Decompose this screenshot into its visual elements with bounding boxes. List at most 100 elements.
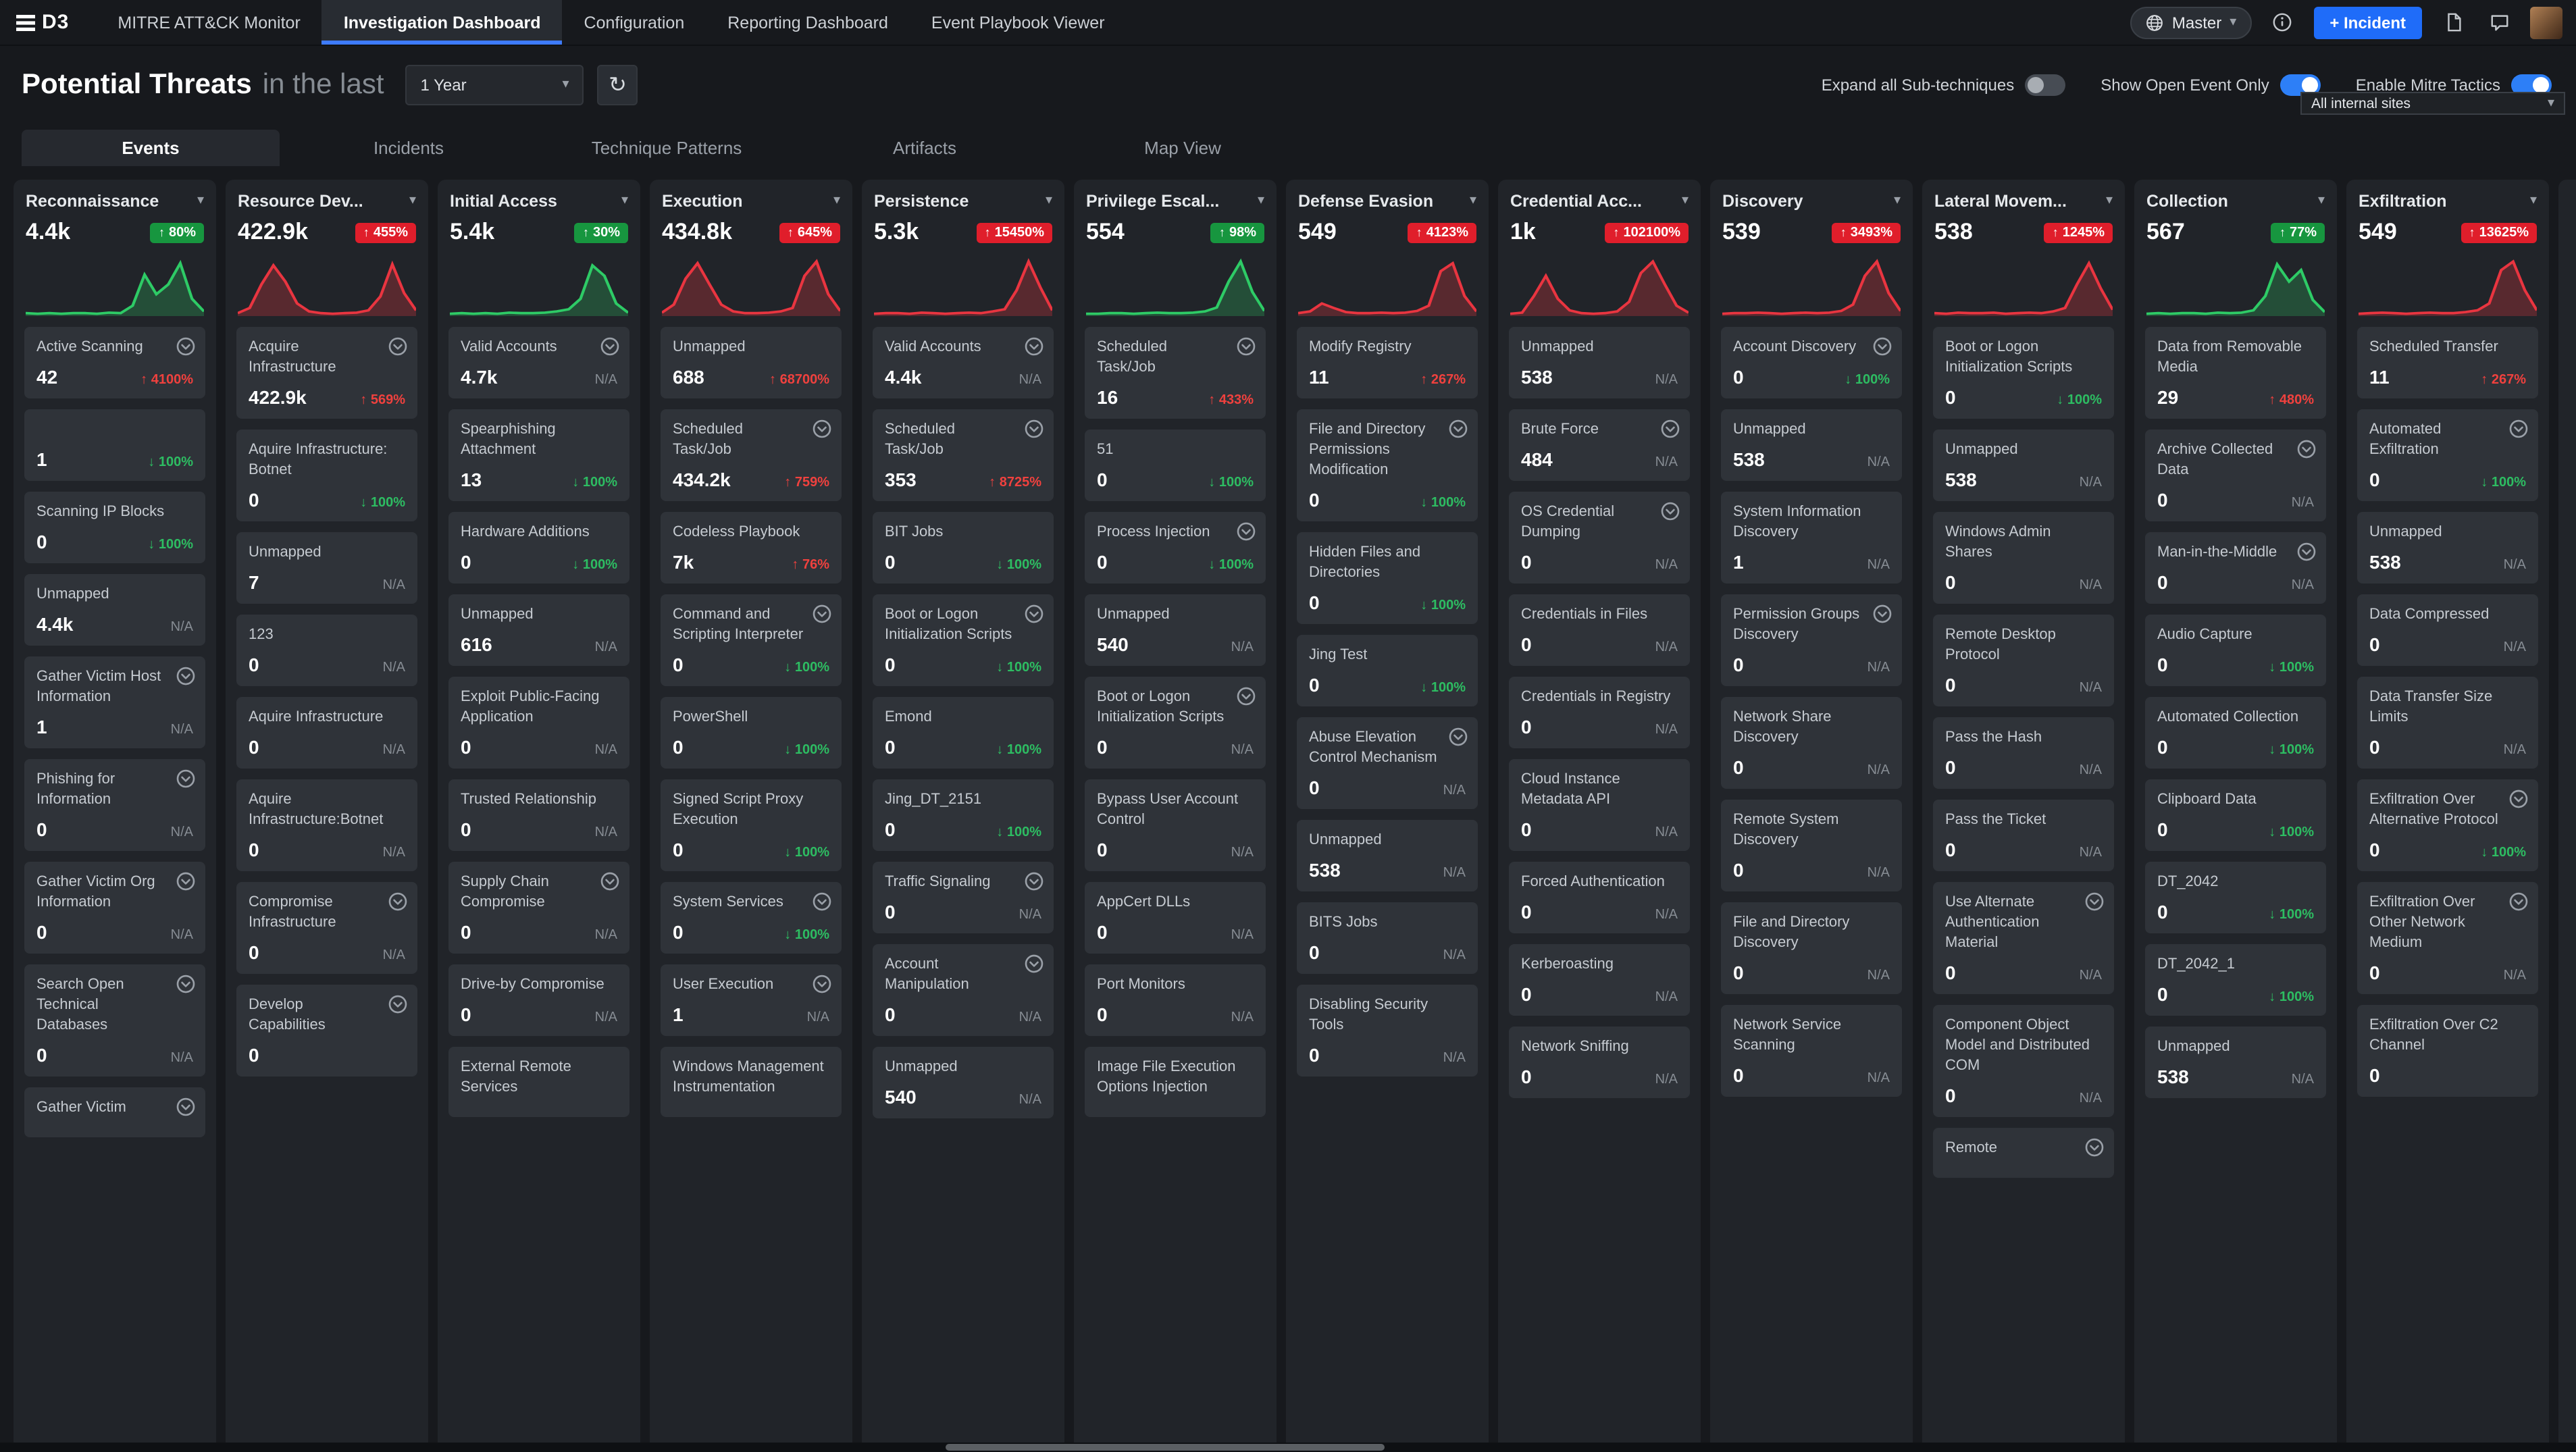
expand-subtechniques-icon[interactable] xyxy=(812,419,832,439)
technique-card[interactable]: Boot or Logon Initialization Scripts0↓ 1… xyxy=(873,594,1054,686)
technique-card[interactable]: Remote System Discovery0N/A xyxy=(1721,800,1902,891)
technique-card[interactable]: Unmapped538N/A xyxy=(1721,409,1902,481)
expand-subtechniques-icon[interactable] xyxy=(176,666,196,686)
technique-card[interactable]: Abuse Elevation Control Mechanism0N/A xyxy=(1297,717,1478,809)
technique-card[interactable]: Kerberoasting0N/A xyxy=(1509,944,1690,1016)
technique-card[interactable]: Disabling Security Tools0N/A xyxy=(1297,985,1478,1077)
technique-card[interactable]: Permission Groups Discovery0N/A xyxy=(1721,594,1902,686)
technique-card[interactable]: Remote xyxy=(1933,1128,2114,1178)
technique-card[interactable]: Unmapped7N/A xyxy=(236,532,417,604)
expand-subtechniques-icon[interactable] xyxy=(388,994,408,1014)
technique-card[interactable]: Component Object Model and Distributed C… xyxy=(1933,1005,2114,1117)
expand-subtechniques-icon[interactable] xyxy=(176,974,196,994)
technique-card[interactable]: Scheduled Task/Job434.2k↑ 759% xyxy=(661,409,842,501)
technique-card[interactable]: Network Service Scanning0N/A xyxy=(1721,1005,1902,1097)
technique-card[interactable]: Unmapped538N/A xyxy=(1297,820,1478,891)
technique-card[interactable]: Unmapped616N/A xyxy=(448,594,629,666)
nav-item-mitre-att-ck-monitor[interactable]: MITRE ATT&CK Monitor xyxy=(96,0,321,45)
technique-card[interactable]: Clipboard Data0↓ 100% xyxy=(2145,779,2326,851)
technique-card[interactable]: Process Injection0↓ 100% xyxy=(1085,512,1266,584)
expand-subtechniques-icon[interactable] xyxy=(1024,954,1044,974)
technique-card[interactable]: Forced Authentication0N/A xyxy=(1509,862,1690,933)
technique-card[interactable]: DT_2042_10↓ 100% xyxy=(2145,944,2326,1016)
expand-subtechniques-icon[interactable] xyxy=(2084,1137,2105,1158)
technique-card[interactable]: Active Scanning42↑ 4100% xyxy=(24,327,205,398)
expand-subtechniques-icon[interactable] xyxy=(388,336,408,357)
technique-card[interactable]: External Remote Services xyxy=(448,1047,629,1117)
technique-card[interactable]: Phishing for Information0N/A xyxy=(24,759,205,851)
expand-subtechniques-icon[interactable] xyxy=(1448,727,1468,747)
technique-card[interactable]: Gather Victim Org Information0N/A xyxy=(24,862,205,954)
column-title-dropdown[interactable]: Initial Access▾ xyxy=(450,192,628,211)
technique-card[interactable]: BITS Jobs0N/A xyxy=(1297,902,1478,974)
column-title-dropdown[interactable]: Discovery▾ xyxy=(1722,192,1901,211)
chat-icon[interactable] xyxy=(2484,7,2514,37)
technique-card[interactable]: Jing Test0↓ 100% xyxy=(1297,635,1478,706)
technique-card[interactable]: Image File Execution Options Injection xyxy=(1085,1047,1266,1117)
technique-card[interactable]: Unmapped538N/A xyxy=(2357,512,2538,584)
expand-subtechniques-icon[interactable] xyxy=(176,1097,196,1117)
technique-card[interactable]: Account Discovery0↓ 100% xyxy=(1721,327,1902,398)
technique-card[interactable]: Man-in-the-Middle0N/A xyxy=(2145,532,2326,604)
technique-card[interactable]: Supply Chain Compromise0N/A xyxy=(448,862,629,954)
technique-card[interactable]: Search Open Technical Databases0N/A xyxy=(24,964,205,1077)
column-title-dropdown[interactable]: Defense Evasion▾ xyxy=(1298,192,1476,211)
technique-card[interactable]: User Execution1N/A xyxy=(661,964,842,1036)
expand-subtechniques-icon[interactable] xyxy=(1236,521,1256,542)
technique-card[interactable]: Windows Admin Shares0N/A xyxy=(1933,512,2114,604)
technique-card[interactable]: Unmapped538N/A xyxy=(1509,327,1690,398)
expand-subtechniques-icon[interactable] xyxy=(812,891,832,912)
technique-card[interactable]: Exfiltration Over C2 Channel0 xyxy=(2357,1005,2538,1097)
nav-item-configuration[interactable]: Configuration xyxy=(563,0,706,45)
expand-subtechniques-icon[interactable] xyxy=(1024,604,1044,624)
column-title-dropdown[interactable]: Credential Acc...▾ xyxy=(1510,192,1689,211)
technique-card[interactable]: AppCert DLLs0N/A xyxy=(1085,882,1266,954)
technique-card[interactable]: Drive-by Compromise0N/A xyxy=(448,964,629,1036)
expand-subtechniques-icon[interactable] xyxy=(2296,439,2317,459)
technique-card[interactable]: Codeless Playbook7k↑ 76% xyxy=(661,512,842,584)
technique-card[interactable]: Use Alternate Authentication Material0N/… xyxy=(1933,882,2114,994)
expand-subtechniques-icon[interactable] xyxy=(600,871,620,891)
technique-card[interactable]: Brute Force484N/A xyxy=(1509,409,1690,481)
expand-subtechniques-icon[interactable] xyxy=(1872,336,1892,357)
technique-card[interactable]: Bypass User Account Control0N/A xyxy=(1085,779,1266,871)
technique-card[interactable]: Scanning IP Blocks0↓ 100% xyxy=(24,492,205,563)
scrollbar-thumb[interactable] xyxy=(946,1444,1385,1451)
technique-card[interactable]: Credentials in Registry0N/A xyxy=(1509,677,1690,748)
expand-subtechniques-icon[interactable] xyxy=(1660,501,1680,521)
technique-card[interactable]: Aquire Infrastructure: Botnet0↓ 100% xyxy=(236,430,417,521)
technique-card[interactable]: Spearphishing Attachment13↓ 100% xyxy=(448,409,629,501)
technique-card[interactable]: Modify Registry11↑ 267% xyxy=(1297,327,1478,398)
nav-item-reporting-dashboard[interactable]: Reporting Dashboard xyxy=(706,0,910,45)
technique-card[interactable]: Unmapped540N/A xyxy=(873,1047,1054,1118)
horizontal-scrollbar[interactable] xyxy=(0,1443,2576,1452)
technique-card[interactable]: Hidden Files and Directories0↓ 100% xyxy=(1297,532,1478,624)
technique-card[interactable]: Pass the Hash0N/A xyxy=(1933,717,2114,789)
technique-card[interactable]: Exfiltration Over Other Network Medium0N… xyxy=(2357,882,2538,994)
toggle-switch-expand-all-sub-techniques[interactable] xyxy=(2025,74,2065,96)
technique-card[interactable]: Signed Script Proxy Execution0↓ 100% xyxy=(661,779,842,871)
sites-filter-dropdown[interactable]: All internal sites ▾ xyxy=(2300,92,2565,115)
technique-card[interactable]: Unmapped540N/A xyxy=(1085,594,1266,666)
technique-card[interactable]: Port Monitors0N/A xyxy=(1085,964,1266,1036)
expand-subtechniques-icon[interactable] xyxy=(2508,891,2529,912)
technique-card[interactable]: Scheduled Task/Job16↑ 433% xyxy=(1085,327,1266,419)
expand-subtechniques-icon[interactable] xyxy=(1236,686,1256,706)
technique-card[interactable]: Trusted Relationship0N/A xyxy=(448,779,629,851)
technique-card[interactable]: OS Credential Dumping0N/A xyxy=(1509,492,1690,584)
technique-card[interactable]: Gather Victim Host Information1N/A xyxy=(24,656,205,748)
expand-subtechniques-icon[interactable] xyxy=(2508,789,2529,809)
expand-subtechniques-icon[interactable] xyxy=(812,974,832,994)
column-title-dropdown[interactable]: Resource Dev...▾ xyxy=(238,192,416,211)
expand-subtechniques-icon[interactable] xyxy=(176,336,196,357)
technique-card[interactable]: Unmapped688↑ 68700% xyxy=(661,327,842,398)
nav-item-event-playbook-viewer[interactable]: Event Playbook Viewer xyxy=(910,0,1127,45)
refresh-button[interactable]: ↻ xyxy=(598,65,638,105)
technique-card[interactable]: Boot or Logon Initialization Scripts0↓ 1… xyxy=(1933,327,2114,419)
technique-card[interactable]: Traffic Signaling0N/A xyxy=(873,862,1054,933)
technique-card[interactable]: Scheduled Transfer11↑ 267% xyxy=(2357,327,2538,398)
technique-card[interactable]: System Services0↓ 100% xyxy=(661,882,842,954)
tab-incidents[interactable]: Incidents xyxy=(280,130,538,166)
technique-card[interactable]: Develop Capabilities0 xyxy=(236,985,417,1077)
column-title-dropdown[interactable]: Collection▾ xyxy=(2146,192,2325,211)
